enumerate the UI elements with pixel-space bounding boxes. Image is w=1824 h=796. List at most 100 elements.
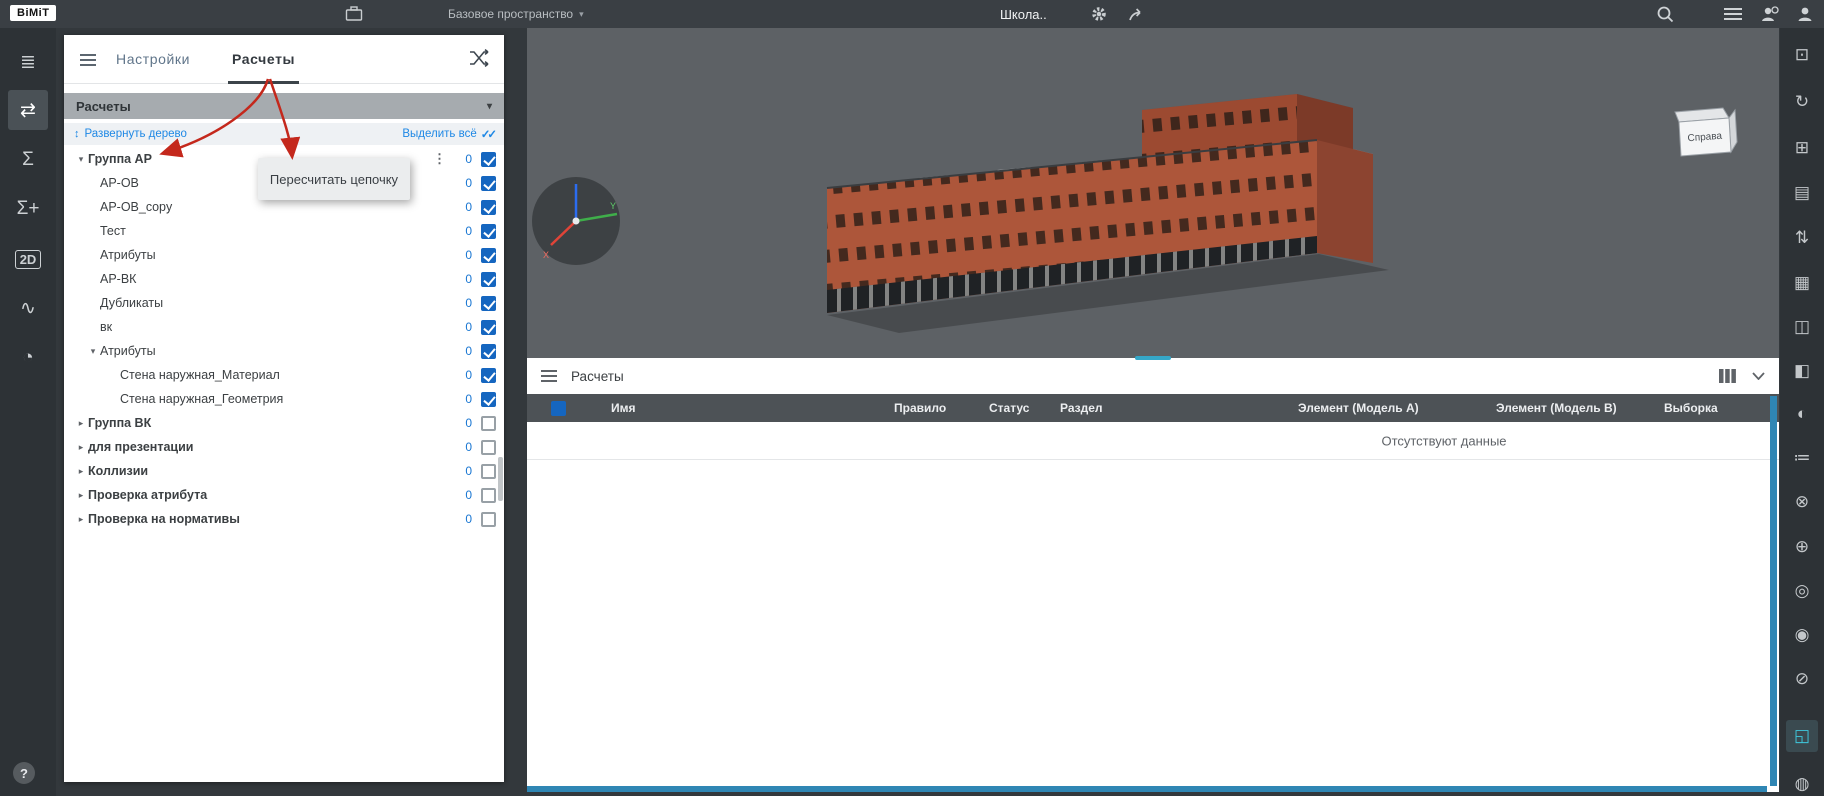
- tree-row[interactable]: АР-ВК 0: [64, 267, 504, 291]
- row-checkbox[interactable]: [481, 199, 496, 215]
- section-header[interactable]: Расчеты ▾: [64, 93, 504, 119]
- views-icon[interactable]: ◫: [1786, 311, 1818, 343]
- compass-icon[interactable]: ⊕: [1786, 531, 1818, 563]
- workspace-icon[interactable]: [345, 0, 363, 28]
- chevron-right-icon[interactable]: ▸: [74, 514, 88, 525]
- chevron-right-icon[interactable]: ▸: [74, 466, 88, 477]
- tree-row[interactable]: ▾ Атрибуты 0: [64, 339, 504, 363]
- materials-icon[interactable]: ▦: [1786, 267, 1818, 299]
- tree-row[interactable]: ▸ Коллизии 0: [64, 459, 504, 483]
- row-count: 0: [465, 176, 472, 190]
- shuffle-icon[interactable]: [468, 49, 490, 67]
- chevron-right-icon[interactable]: ▸: [74, 418, 88, 429]
- row-checkbox[interactable]: [481, 343, 496, 359]
- row-checkbox[interactable]: [481, 175, 496, 191]
- col-element-a[interactable]: Элемент (Модель A): [1294, 401, 1492, 415]
- layers-icon[interactable]: ⊞: [1786, 132, 1818, 164]
- row-checkbox[interactable]: [481, 151, 496, 167]
- target-icon[interactable]: ◎: [1786, 575, 1818, 607]
- nav-cube[interactable]: Справа: [1667, 104, 1747, 164]
- row-checkbox[interactable]: [481, 247, 496, 263]
- tree-row[interactable]: Дубликаты 0: [64, 291, 504, 315]
- sum-plus-icon[interactable]: Σ+: [8, 189, 48, 229]
- col-element-b[interactable]: Элемент (Модель B): [1492, 401, 1660, 415]
- col-section[interactable]: Раздел: [1056, 401, 1294, 415]
- row-checkbox[interactable]: [481, 439, 496, 455]
- section-cut-icon[interactable]: ⊗: [1786, 486, 1818, 518]
- notebook-icon[interactable]: ▤: [1786, 177, 1818, 209]
- chevron-down-icon[interactable]: ▾: [86, 346, 100, 357]
- help-button[interactable]: ?: [13, 762, 35, 784]
- viewport-3d[interactable]: Справа Y X: [527, 28, 1779, 358]
- chevron-down-icon[interactable]: ▾: [74, 154, 88, 165]
- settings-gear-icon[interactable]: [1090, 0, 1108, 28]
- checks-icon[interactable]: ⇄: [8, 90, 48, 130]
- tree-row[interactable]: ▸ Проверка атрибута 0: [64, 483, 504, 507]
- tree-row[interactable]: Стена наружная_Материал 0: [64, 363, 504, 387]
- row-checkbox[interactable]: [481, 487, 496, 503]
- hamburger-icon[interactable]: [541, 370, 557, 382]
- capture-icon[interactable]: ⊡: [1786, 39, 1818, 71]
- model-cube-icon[interactable]: ◱: [1786, 720, 1818, 752]
- search-icon[interactable]: [1656, 0, 1674, 28]
- tree-row[interactable]: ▸ Группа ВК 0: [64, 411, 504, 435]
- collapse-panel-icon[interactable]: [80, 54, 96, 66]
- list-icon[interactable]: ≔: [1786, 442, 1818, 474]
- contrast-icon[interactable]: ◐: [1786, 398, 1818, 430]
- row-checkbox[interactable]: [481, 415, 496, 431]
- columns-icon[interactable]: [1719, 369, 1736, 383]
- row-checkbox[interactable]: [481, 463, 496, 479]
- tab-settings[interactable]: Настройки: [116, 35, 190, 84]
- tree-row[interactable]: ▸ Проверка на нормативы 0: [64, 507, 504, 531]
- tab-calculations[interactable]: Расчеты: [227, 35, 300, 84]
- chevron-right-icon[interactable]: ▸: [74, 442, 88, 453]
- row-checkbox[interactable]: [481, 295, 496, 311]
- sort-icon[interactable]: ⇅: [1786, 222, 1818, 254]
- expand-tree-link[interactable]: Развернуть дерево: [85, 128, 187, 140]
- row-count: 0: [465, 464, 472, 478]
- row-checkbox[interactable]: [481, 391, 496, 407]
- row-checkbox[interactable]: [481, 271, 496, 287]
- tree-row[interactable]: Тест 0: [64, 219, 504, 243]
- gauge-icon[interactable]: ◔: [8, 338, 48, 378]
- row-checkbox[interactable]: [481, 319, 496, 335]
- user-history-icon[interactable]: [1760, 0, 1779, 28]
- row-checkbox[interactable]: [481, 223, 496, 239]
- kebab-menu-icon[interactable]: ⋮: [433, 151, 446, 167]
- select-all-link[interactable]: Выделить всё: [402, 128, 476, 140]
- panel-scrollbar[interactable]: [498, 457, 503, 501]
- hide-icon[interactable]: ⊘: [1786, 663, 1818, 695]
- vertical-scrollbar[interactable]: [1770, 396, 1777, 786]
- visibility-icon[interactable]: ◉: [1786, 619, 1818, 651]
- workspace-selector[interactable]: Базовое пространство ▾: [448, 0, 584, 28]
- collapse-chevron-icon[interactable]: [1752, 372, 1765, 380]
- menu-list-icon[interactable]: [1724, 0, 1742, 28]
- col-rule[interactable]: Правило: [890, 401, 985, 415]
- chart-icon[interactable]: ∿: [8, 288, 48, 328]
- split-icon[interactable]: ◧: [1786, 355, 1818, 387]
- tree-row[interactable]: вк 0: [64, 315, 504, 339]
- col-status[interactable]: Статус: [985, 401, 1056, 415]
- sum-icon[interactable]: Σ: [8, 140, 48, 180]
- col-selection[interactable]: Выборка: [1660, 401, 1770, 415]
- select-all-checkbox[interactable]: [551, 400, 566, 416]
- tree-row[interactable]: Стена наружная_Геометрия 0: [64, 387, 504, 411]
- model-tree-icon[interactable]: ≣: [8, 42, 48, 82]
- row-checkbox[interactable]: [481, 367, 496, 383]
- context-menu-item[interactable]: Пересчитать цепочку: [270, 172, 398, 187]
- row-count: 0: [465, 488, 472, 502]
- sphere-icon[interactable]: ◍: [1786, 768, 1818, 796]
- tree-row[interactable]: ▸ для презентации 0: [64, 435, 504, 459]
- axis-gizmo[interactable]: Y X: [527, 171, 626, 271]
- orbit-icon[interactable]: ↻: [1786, 86, 1818, 118]
- context-menu[interactable]: Пересчитать цепочку: [258, 158, 410, 200]
- user-icon[interactable]: [1796, 0, 1814, 28]
- 2d-icon[interactable]: 2D: [8, 239, 48, 279]
- tree-row[interactable]: Атрибуты 0: [64, 243, 504, 267]
- col-name[interactable]: Имя: [607, 401, 890, 415]
- row-checkbox[interactable]: [481, 511, 496, 527]
- horizontal-scrollbar[interactable]: [527, 786, 1767, 792]
- chevron-right-icon[interactable]: ▸: [74, 490, 88, 501]
- panel-resize-handle[interactable]: [1135, 356, 1171, 360]
- share-icon[interactable]: [1128, 0, 1146, 28]
